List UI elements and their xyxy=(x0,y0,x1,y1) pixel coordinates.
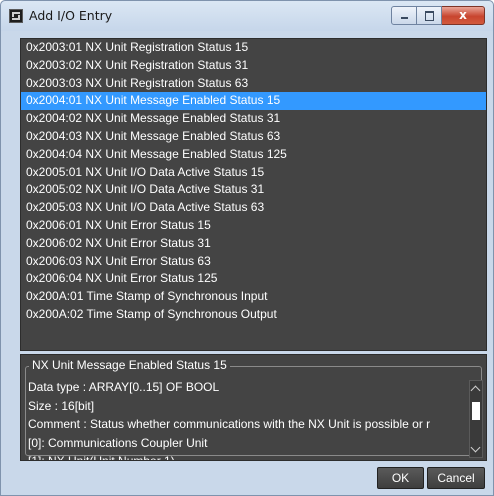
ok-button[interactable]: OK xyxy=(377,467,424,489)
detail-text: Data type : ARRAY[0..15] OF BOOL Size : 1… xyxy=(28,378,464,460)
app-icon xyxy=(9,9,23,23)
title-bar[interactable]: Add I/O Entry x xyxy=(1,1,493,31)
list-item[interactable]: 0x2005:02 NX Unit I/O Data Active Status… xyxy=(21,181,486,199)
detail-line: [0]: Communications Coupler Unit xyxy=(28,435,208,450)
list-item[interactable]: 0x2005:01 NX Unit I/O Data Active Status… xyxy=(21,164,486,182)
list-item[interactable]: 0x2006:01 NX Unit Error Status 15 xyxy=(21,217,486,235)
cancel-button[interactable]: Cancel xyxy=(427,467,485,489)
maximize-button[interactable] xyxy=(417,6,442,25)
detail-scrollbar[interactable] xyxy=(469,380,483,458)
list-item[interactable]: 0x2004:02 NX Unit Message Enabled Status… xyxy=(21,110,486,128)
scroll-down-icon[interactable] xyxy=(470,443,482,457)
list-item[interactable]: 0x2006:03 NX Unit Error Status 63 xyxy=(21,253,486,271)
detail-line: Size : 16[bit] xyxy=(28,398,95,413)
detail-line: Comment : Status whether communications … xyxy=(28,417,431,432)
entry-detail-panel: NX Unit Message Enabled Status 15 Data t… xyxy=(20,354,487,461)
list-item[interactable]: 0x2004:01 NX Unit Message Enabled Status… xyxy=(21,92,486,111)
scroll-thumb[interactable] xyxy=(472,402,480,420)
list-item[interactable]: 0x2005:03 NX Unit I/O Data Active Status… xyxy=(21,199,486,217)
list-item[interactable]: 0x2004:03 NX Unit Message Enabled Status… xyxy=(21,128,486,146)
detail-line: [1]: NX Unit(Unit Number 1) xyxy=(28,452,464,460)
detail-title: NX Unit Message Enabled Status 15 xyxy=(29,357,230,373)
caption-buttons: x xyxy=(391,6,485,25)
list-item[interactable]: 0x200A:02 Time Stamp of Synchronous Outp… xyxy=(21,306,486,324)
list-item[interactable]: 0x2003:01 NX Unit Registration Status 15 xyxy=(21,39,486,57)
list-item[interactable]: 0x2003:03 NX Unit Registration Status 63 xyxy=(21,75,486,93)
detail-line: Data type : ARRAY[0..15] OF BOOL xyxy=(28,380,220,394)
close-icon: x xyxy=(459,8,467,22)
window-title: Add I/O Entry xyxy=(29,8,113,23)
close-button[interactable]: x xyxy=(442,6,485,25)
list-item[interactable]: 0x2004:04 NX Unit Message Enabled Status… xyxy=(21,146,486,164)
list-item[interactable]: 0x2006:04 NX Unit Error Status 125 xyxy=(21,270,486,288)
scroll-up-icon[interactable] xyxy=(470,381,482,395)
list-item[interactable]: 0x200A:01 Time Stamp of Synchronous Inpu… xyxy=(21,288,486,306)
add-io-entry-dialog: Add I/O Entry x 0x2003:01 NX Unit Regist… xyxy=(0,0,494,496)
minimize-button[interactable] xyxy=(391,6,417,25)
io-entry-list[interactable]: 0x2003:01 NX Unit Registration Status 15… xyxy=(20,38,487,351)
list-item[interactable]: 0x2006:02 NX Unit Error Status 31 xyxy=(21,235,486,253)
list-item[interactable]: 0x2003:02 NX Unit Registration Status 31 xyxy=(21,57,486,75)
